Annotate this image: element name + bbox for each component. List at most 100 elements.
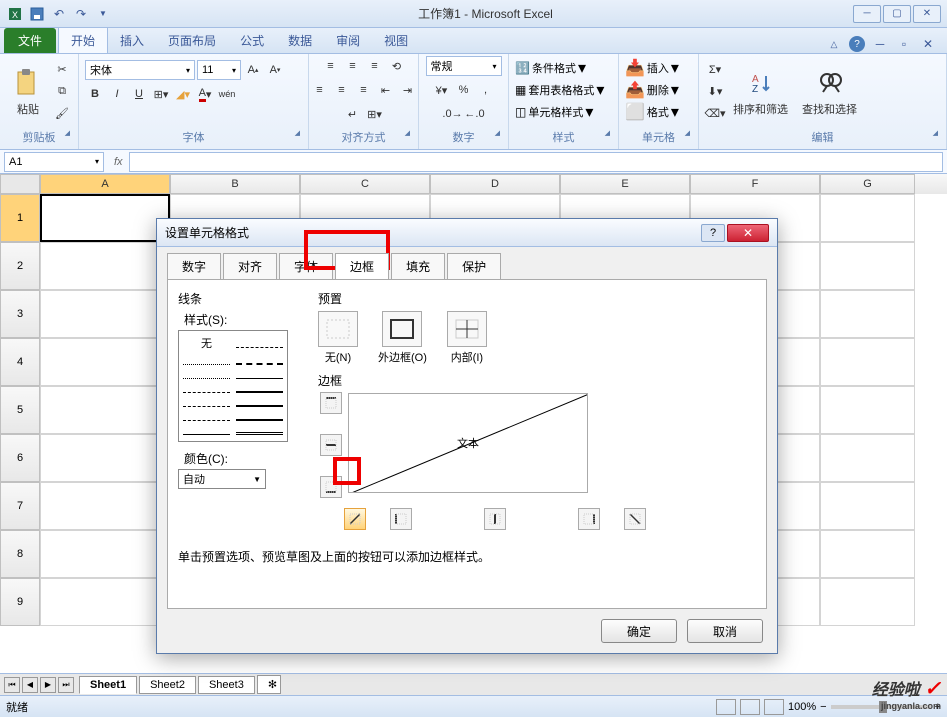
- line-style-list[interactable]: 无: [178, 330, 288, 442]
- cell-A7[interactable]: [40, 482, 170, 530]
- align-right-icon[interactable]: ≡: [354, 80, 374, 100]
- cell-A8[interactable]: [40, 530, 170, 578]
- fx-icon[interactable]: fx: [108, 156, 129, 168]
- cell-A9[interactable]: [40, 578, 170, 626]
- cell-A3[interactable]: [40, 290, 170, 338]
- formula-input[interactable]: [129, 152, 943, 172]
- fill-icon[interactable]: ⬇▾: [705, 82, 725, 102]
- row-header-6[interactable]: 6: [0, 434, 40, 482]
- border-diag-up-button[interactable]: [344, 508, 366, 530]
- border-left-button[interactable]: [390, 508, 412, 530]
- dlg-tab-fill[interactable]: 填充: [391, 253, 445, 279]
- sheet-nav-first[interactable]: ⏮: [4, 677, 20, 693]
- col-header-B[interactable]: B: [170, 174, 300, 194]
- line-color-combo[interactable]: 自动▼: [178, 469, 266, 489]
- dlg-tab-border[interactable]: 边框: [335, 253, 389, 279]
- tab-insert[interactable]: 插入: [108, 28, 156, 53]
- col-header-F[interactable]: F: [690, 174, 820, 194]
- sort-filter-button[interactable]: AZ 排序和筛选: [727, 65, 794, 119]
- increase-font-icon[interactable]: A▴: [243, 60, 263, 80]
- cell-G6[interactable]: [820, 434, 915, 482]
- cell-G4[interactable]: [820, 338, 915, 386]
- border-button[interactable]: ⊞▾: [151, 84, 171, 104]
- row-header-9[interactable]: 9: [0, 578, 40, 626]
- cell-G7[interactable]: [820, 482, 915, 530]
- cell-A5[interactable]: [40, 386, 170, 434]
- tab-formulas[interactable]: 公式: [228, 28, 276, 53]
- bold-button[interactable]: B: [85, 84, 105, 104]
- col-header-C[interactable]: C: [300, 174, 430, 194]
- sheet-tab-2[interactable]: Sheet2: [139, 676, 196, 694]
- doc-restore-icon[interactable]: ▫: [895, 35, 913, 53]
- font-name-combo[interactable]: 宋体▾: [85, 60, 195, 80]
- sheet-nav-prev[interactable]: ◀: [22, 677, 38, 693]
- orientation-icon[interactable]: ⟲: [387, 56, 407, 76]
- line-style-none[interactable]: 无: [183, 335, 230, 351]
- italic-button[interactable]: I: [107, 84, 127, 104]
- delete-cells-button[interactable]: 📤删除▾: [625, 80, 679, 100]
- save-icon[interactable]: [28, 5, 46, 23]
- tab-review[interactable]: 审阅: [324, 28, 372, 53]
- cell-A6[interactable]: [40, 434, 170, 482]
- ok-button[interactable]: 确定: [601, 619, 677, 643]
- align-top-icon[interactable]: ≡: [321, 56, 341, 76]
- border-diag-down-button[interactable]: [624, 508, 646, 530]
- undo-icon[interactable]: ↶: [50, 5, 68, 23]
- maximize-button[interactable]: ▢: [883, 5, 911, 23]
- row-header-1[interactable]: 1: [0, 194, 40, 242]
- format-cells-button[interactable]: ⬜格式▾: [625, 102, 679, 122]
- dlg-tab-number[interactable]: 数字: [167, 253, 221, 279]
- currency-icon[interactable]: ¥▾: [432, 80, 452, 100]
- sheet-tab-3[interactable]: Sheet3: [198, 676, 255, 694]
- preset-outline-button[interactable]: 外边框(O): [378, 311, 427, 365]
- border-top-button[interactable]: [320, 392, 342, 414]
- cell-A1[interactable]: [40, 194, 170, 242]
- align-left-icon[interactable]: ≡: [310, 80, 330, 100]
- minimize-ribbon-icon[interactable]: △: [825, 35, 843, 53]
- cond-format-button[interactable]: 🔢条件格式▾: [515, 58, 586, 78]
- indent-inc-icon[interactable]: ⇥: [398, 80, 418, 100]
- col-header-A[interactable]: A: [40, 174, 170, 194]
- percent-icon[interactable]: %: [454, 80, 474, 100]
- col-header-G[interactable]: G: [820, 174, 915, 194]
- minimize-button[interactable]: ─: [853, 5, 881, 23]
- tab-file[interactable]: 文件: [4, 28, 56, 53]
- find-select-button[interactable]: 查找和选择: [796, 65, 863, 119]
- merge-icon[interactable]: ⊞▾: [365, 104, 385, 124]
- align-mid-icon[interactable]: ≡: [343, 56, 363, 76]
- cell-A2[interactable]: [40, 242, 170, 290]
- qat-dropdown-icon[interactable]: ▼: [94, 5, 112, 23]
- format-painter-icon[interactable]: 🖌: [52, 104, 72, 124]
- row-header-3[interactable]: 3: [0, 290, 40, 338]
- dlg-tab-protect[interactable]: 保护: [447, 253, 501, 279]
- doc-min-icon[interactable]: ─: [871, 35, 889, 53]
- cell-G9[interactable]: [820, 578, 915, 626]
- phonetic-button[interactable]: wén: [217, 84, 237, 104]
- select-all-corner[interactable]: [0, 174, 40, 194]
- cell-G8[interactable]: [820, 530, 915, 578]
- comma-icon[interactable]: ,: [476, 80, 496, 100]
- fill-color-button[interactable]: ◢▾: [173, 84, 193, 104]
- cell-G3[interactable]: [820, 290, 915, 338]
- border-right-button[interactable]: [578, 508, 600, 530]
- cell-A4[interactable]: [40, 338, 170, 386]
- underline-button[interactable]: U: [129, 84, 149, 104]
- cell-G1[interactable]: [820, 194, 915, 242]
- align-bot-icon[interactable]: ≡: [365, 56, 385, 76]
- font-color-button[interactable]: A▾: [195, 84, 215, 104]
- dialog-help-button[interactable]: ?: [701, 224, 725, 242]
- cell-G2[interactable]: [820, 242, 915, 290]
- help-icon[interactable]: ?: [849, 36, 865, 52]
- clear-icon[interactable]: ⌫▾: [705, 104, 725, 124]
- autosum-icon[interactable]: Σ▾: [705, 60, 725, 80]
- paste-button[interactable]: 粘贴: [6, 65, 50, 119]
- insert-cells-button[interactable]: 📥插入▾: [625, 58, 679, 78]
- tab-layout[interactable]: 页面布局: [156, 28, 228, 53]
- border-hmid-button[interactable]: [320, 434, 342, 456]
- tab-view[interactable]: 视图: [372, 28, 420, 53]
- row-header-8[interactable]: 8: [0, 530, 40, 578]
- tab-data[interactable]: 数据: [276, 28, 324, 53]
- row-header-2[interactable]: 2: [0, 242, 40, 290]
- preset-none-button[interactable]: 无(N): [318, 311, 358, 365]
- view-layout-icon[interactable]: [740, 699, 760, 715]
